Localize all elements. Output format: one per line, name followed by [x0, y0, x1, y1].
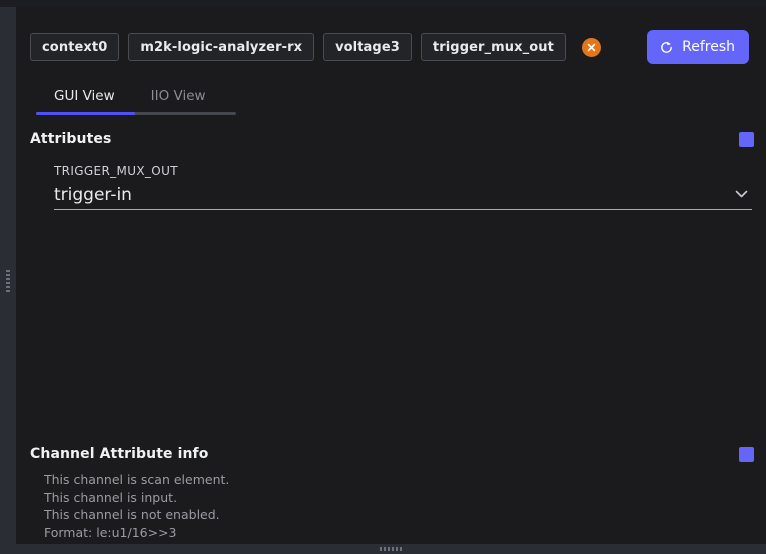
attribute-dropdown[interactable]: trigger-in — [54, 181, 752, 210]
drag-dot — [396, 547, 398, 551]
tab-underline — [36, 112, 236, 115]
refresh-button[interactable]: Refresh — [647, 30, 749, 64]
attributes-title: Attributes — [30, 131, 112, 147]
drag-dot — [6, 273, 10, 276]
breadcrumb: context0 m2k-logic-analyzer-rx voltage3 … — [30, 30, 756, 64]
attributes-section-header: Attributes — [30, 131, 754, 147]
drag-dot — [6, 269, 10, 272]
tab-active-indicator — [36, 112, 135, 115]
attribute-field-trigger-mux-out: TRIGGER_MUX_OUT trigger-in — [54, 164, 752, 210]
channel-info-title: Channel Attribute info — [30, 446, 209, 462]
breadcrumb-item-channel[interactable]: voltage3 — [323, 33, 412, 61]
tab-gui-view[interactable]: GUI View — [36, 81, 133, 111]
window-top-strip — [0, 0, 766, 7]
left-splitter-rail[interactable] — [0, 7, 16, 554]
app-window: context0 m2k-logic-analyzer-rx voltage3 … — [0, 0, 766, 554]
drag-dot — [6, 289, 10, 292]
tab-iio-view[interactable]: IIO View — [133, 81, 224, 111]
breadcrumb-item-context0[interactable]: context0 — [30, 33, 120, 61]
channel-info-section-header: Channel Attribute info — [30, 446, 754, 462]
info-line-format: Format: le:u1/16>>3 — [44, 524, 177, 540]
breadcrumb-item-attribute[interactable]: trigger_mux_out — [420, 33, 566, 61]
main-panel: context0 m2k-logic-analyzer-rx voltage3 … — [16, 7, 766, 554]
info-line-enabled: This channel is not enabled. — [44, 507, 220, 522]
bottom-splitter-rail[interactable] — [16, 544, 766, 554]
breadcrumb-item-device[interactable]: m2k-logic-analyzer-rx — [128, 33, 315, 61]
channel-info-lines: This channel is scan element. This chann… — [44, 471, 744, 541]
channel-info-collapse-toggle[interactable] — [739, 446, 754, 462]
drag-dot — [6, 281, 10, 284]
drag-dot — [384, 547, 386, 551]
chevron-down-icon[interactable] — [735, 190, 748, 199]
drag-dot — [388, 547, 390, 551]
attribute-value: trigger-in — [54, 184, 132, 205]
info-line-scan-element: This channel is scan element. — [44, 472, 230, 487]
info-line-direction: This channel is input. — [44, 489, 178, 505]
drag-dot — [380, 547, 382, 551]
view-tabs: GUI View IIO View — [36, 81, 238, 113]
refresh-button-label: Refresh — [682, 39, 735, 55]
attribute-label: TRIGGER_MUX_OUT — [54, 164, 178, 178]
drag-dot — [6, 285, 10, 288]
vertical-drag-handle[interactable] — [6, 269, 10, 292]
drag-dot — [392, 547, 394, 551]
close-circle-icon[interactable] — [581, 37, 601, 57]
drag-dot — [6, 277, 10, 280]
refresh-icon — [659, 40, 674, 55]
attributes-collapse-toggle[interactable] — [739, 131, 754, 147]
drag-dot — [400, 547, 402, 551]
horizontal-drag-handle[interactable] — [380, 547, 402, 551]
